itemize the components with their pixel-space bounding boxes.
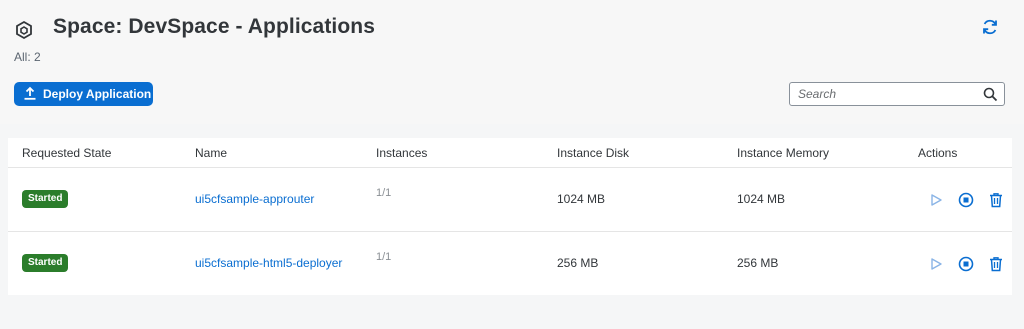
table-row[interactable]: Started ui5cfsample-html5-deployer 1/1 2… [8, 232, 1012, 295]
trash-icon [990, 193, 1002, 208]
instance-memory-value: 256 MB [737, 256, 779, 270]
instances-value: 1/1 [376, 251, 392, 263]
application-name-link[interactable]: ui5cfsample-html5-deployer [195, 256, 342, 270]
row-actions [926, 190, 1006, 210]
instances-value: 1/1 [376, 187, 392, 199]
application-name-link[interactable]: ui5cfsample-approuter [195, 192, 314, 206]
upload-icon [23, 86, 37, 103]
search-icon[interactable] [983, 87, 998, 102]
deploy-application-label: Deploy Application [43, 87, 152, 101]
column-header-name[interactable]: Name [195, 146, 227, 160]
column-header-instances[interactable]: Instances [376, 146, 427, 160]
table-row[interactable]: Started ui5cfsample-approuter 1/1 1024 M… [8, 168, 1012, 232]
delete-button[interactable] [986, 190, 1006, 210]
instance-disk-value: 1024 MB [557, 192, 606, 206]
stop-button[interactable] [956, 254, 976, 274]
applications-table: Requested State Name Instances Instance … [8, 138, 1012, 295]
search-input[interactable] [790, 84, 975, 104]
status-badge: Started [22, 254, 69, 272]
column-header-actions: Actions [918, 146, 958, 160]
stop-icon [958, 192, 974, 208]
refresh-button[interactable] [978, 17, 1002, 41]
start-button[interactable] [926, 190, 946, 210]
page-title: Space: DevSpace - Applications [53, 15, 375, 38]
column-header-instance-memory[interactable]: Instance Memory [737, 146, 829, 160]
delete-button[interactable] [986, 254, 1006, 274]
play-icon [931, 258, 942, 270]
page-header: Space: DevSpace - Applications All: 2 De… [0, 0, 1024, 124]
trash-icon [990, 257, 1002, 272]
space-cube-icon [14, 20, 34, 40]
search-field [789, 82, 1005, 106]
table-header-row: Requested State Name Instances Instance … [8, 138, 1012, 168]
deploy-application-button[interactable]: Deploy Application [14, 82, 153, 106]
item-count: All: 2 [14, 50, 41, 64]
start-button[interactable] [926, 254, 946, 274]
play-icon [931, 194, 942, 206]
row-actions [926, 254, 1006, 274]
instance-memory-value: 1024 MB [737, 192, 786, 206]
stop-icon [958, 256, 974, 272]
column-header-requested-state[interactable]: Requested State [22, 146, 111, 160]
stop-button[interactable] [956, 190, 976, 210]
instance-disk-value: 256 MB [557, 256, 599, 270]
column-header-instance-disk[interactable]: Instance Disk [557, 146, 629, 160]
status-badge: Started [22, 190, 69, 208]
refresh-icon [980, 17, 1000, 42]
